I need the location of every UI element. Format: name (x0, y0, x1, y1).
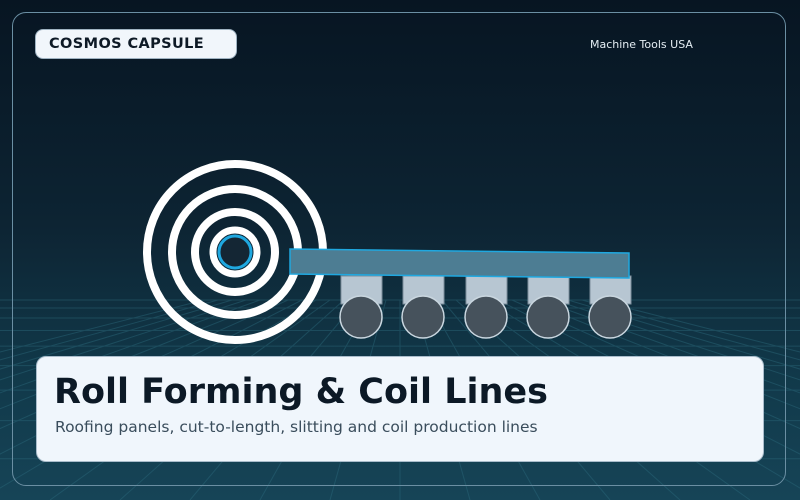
roller-icon (464, 295, 508, 339)
roller-icon (526, 295, 570, 339)
rollers (339, 295, 632, 339)
page-title: Roll Forming & Coil Lines (54, 372, 548, 412)
metal-strip (289, 248, 630, 279)
page-subtitle: Roofing panels, cut-to-length, slitting … (55, 418, 538, 436)
roller-icon (339, 295, 383, 339)
coil-core (217, 234, 253, 270)
hero-banner: COSMOS CAPSULE Machine Tools USA Roll Fo… (0, 0, 800, 500)
roller-icon (401, 295, 445, 339)
roller-icon (588, 295, 632, 339)
title-card: Roll Forming & Coil Lines Roofing panels… (36, 356, 764, 462)
